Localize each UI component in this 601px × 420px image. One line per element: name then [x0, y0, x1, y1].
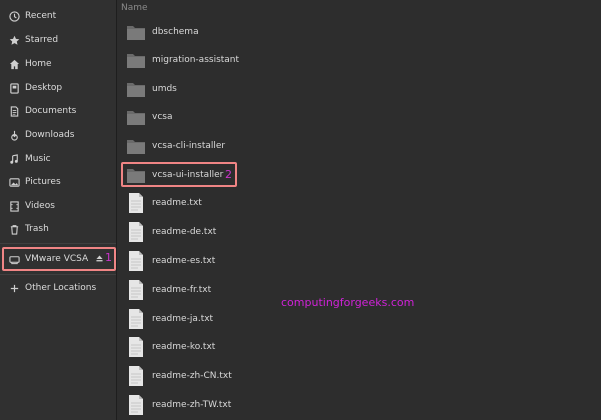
folder-row[interactable]: migration-assistant — [125, 47, 365, 73]
file-name: readme-es.txt — [152, 256, 216, 266]
text-file-icon — [125, 221, 147, 243]
folder-row[interactable]: dbschema — [125, 19, 365, 45]
file-row[interactable]: readme-zh-TW.txt — [125, 392, 365, 418]
file-name: readme-ko.txt — [152, 342, 216, 352]
text-file-icon — [125, 365, 147, 387]
folder-name: dbschema — [152, 27, 199, 37]
trash-icon — [7, 222, 21, 236]
music-icon — [7, 152, 21, 166]
sidebar: Recent Starred Home Desktop Documents Do… — [0, 0, 117, 420]
sidebar-item-home[interactable]: Home — [0, 53, 116, 75]
sidebar-divider — [0, 243, 116, 244]
watermark: computingforgeeks.com — [281, 296, 415, 309]
file-name: readme-ja.txt — [152, 314, 214, 324]
home-icon — [7, 57, 21, 71]
sidebar-item-downloads[interactable]: Downloads — [0, 124, 116, 146]
sidebar-item-label: Pictures — [25, 177, 61, 187]
sidebar-item-label: Home — [25, 59, 52, 69]
file-row[interactable]: readme.txt — [125, 190, 365, 216]
sidebar-item-recent[interactable]: Recent — [0, 5, 116, 27]
file-name: readme-de.txt — [152, 227, 217, 237]
folder-row[interactable]: vcsa — [125, 104, 365, 130]
highlight-box-vmware-vcsa — [2, 247, 116, 271]
column-header-name[interactable]: Name — [121, 3, 148, 13]
text-file-icon — [125, 336, 147, 358]
folder-row[interactable]: vcsa-cli-installer — [125, 133, 365, 159]
folder-name: migration-assistant — [152, 55, 240, 65]
folder-icon — [125, 21, 147, 43]
sidebar-divider — [0, 274, 116, 275]
sidebar-item-pictures[interactable]: Pictures — [0, 171, 116, 193]
text-file-icon — [125, 250, 147, 272]
file-view: Name dbschema migration-assistant umds v… — [117, 0, 601, 420]
file-row[interactable]: readme-de.txt — [125, 219, 365, 245]
sidebar-item-label: Starred — [25, 35, 59, 45]
sidebar-item-label: Other Locations — [25, 283, 97, 293]
folder-icon — [125, 78, 147, 100]
desktop-icon — [7, 81, 21, 95]
text-file-icon — [125, 394, 147, 416]
picture-icon — [7, 175, 21, 189]
annotation-step-1: 1 — [105, 251, 112, 264]
sidebar-item-other-locations[interactable]: Other Locations — [0, 277, 116, 299]
sidebar-item-trash[interactable]: Trash — [0, 218, 116, 240]
sidebar-item-label: Recent — [25, 11, 57, 21]
folder-name: umds — [152, 84, 177, 94]
folder-name: vcsa-cli-installer — [152, 141, 226, 151]
file-name: readme-fr.txt — [152, 285, 212, 295]
sidebar-item-desktop[interactable]: Desktop — [0, 77, 116, 99]
file-name: readme-zh-TW.txt — [152, 400, 232, 410]
sidebar-item-label: Videos — [25, 201, 55, 211]
download-icon — [7, 128, 21, 142]
sidebar-item-label: Desktop — [25, 83, 63, 93]
sidebar-item-label: Trash — [25, 224, 49, 234]
sidebar-item-videos[interactable]: Videos — [0, 195, 116, 217]
folder-icon — [125, 49, 147, 71]
video-icon — [7, 199, 21, 213]
folder-icon — [125, 135, 147, 157]
folder-icon — [125, 106, 147, 128]
text-file-icon — [125, 308, 147, 330]
file-name: readme-zh-CN.txt — [152, 371, 232, 381]
file-name: readme.txt — [152, 198, 202, 208]
document-icon — [7, 104, 21, 118]
file-row[interactable]: readme-es.txt — [125, 248, 365, 274]
sidebar-item-label: Music — [25, 154, 51, 164]
file-row[interactable]: readme-ko.txt — [125, 334, 365, 360]
sidebar-item-documents[interactable]: Documents — [0, 100, 116, 122]
text-file-icon — [125, 279, 147, 301]
file-row[interactable]: readme-ja.txt — [125, 306, 365, 332]
folder-name: vcsa — [152, 112, 173, 122]
sidebar-item-label: Downloads — [25, 130, 75, 140]
star-icon — [7, 33, 21, 47]
sidebar-item-music[interactable]: Music — [0, 148, 116, 170]
clock-icon — [7, 9, 21, 23]
text-file-icon — [125, 192, 147, 214]
annotation-step-2: 2 — [225, 168, 232, 181]
file-row[interactable]: readme-zh-CN.txt — [125, 363, 365, 389]
highlight-box-vcsa-ui-installer — [121, 162, 237, 187]
plus-icon — [7, 281, 21, 295]
folder-row[interactable]: umds — [125, 76, 365, 102]
sidebar-item-starred[interactable]: Starred — [0, 29, 116, 51]
sidebar-item-label: Documents — [25, 106, 77, 116]
